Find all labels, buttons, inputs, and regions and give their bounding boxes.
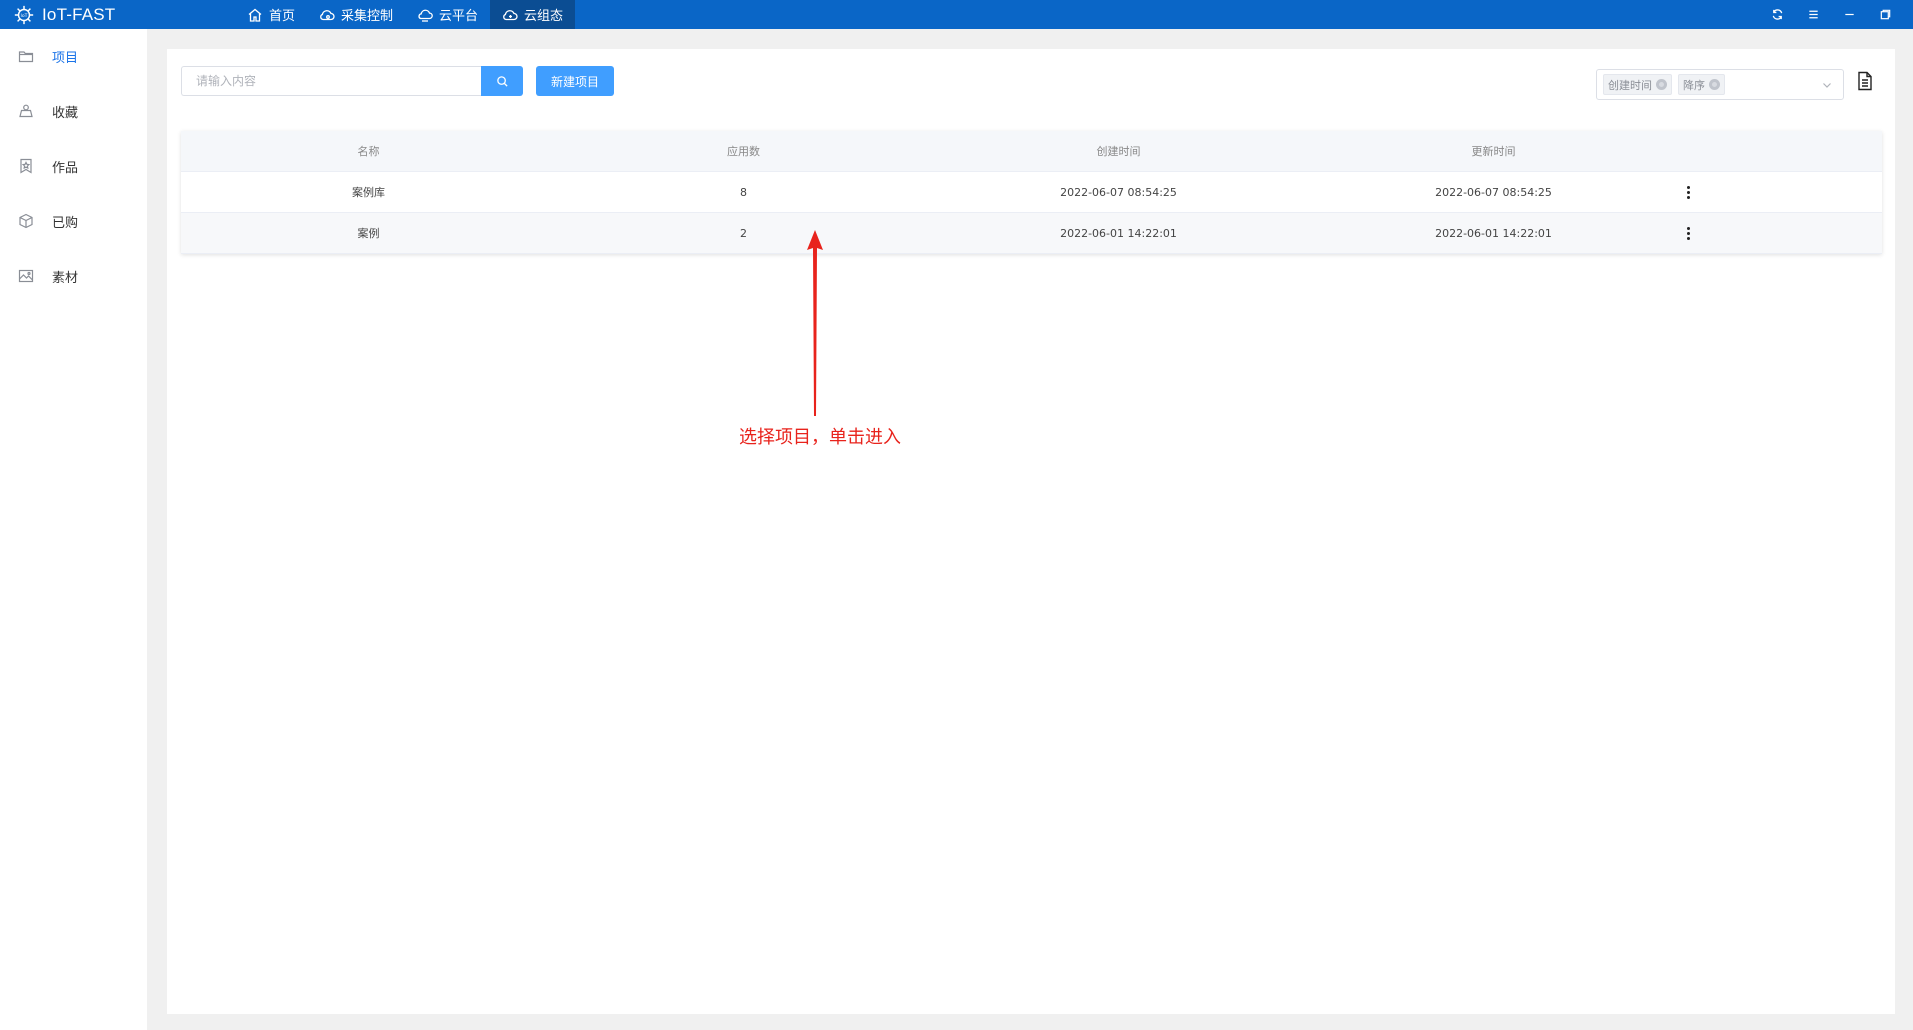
tab-collect-control[interactable]: 采集控制	[307, 0, 405, 29]
top-bar: IoT IoT-FAST 首页 采集控制 云平台 云组态	[0, 0, 1913, 29]
search-input[interactable]	[181, 66, 481, 96]
refresh-button[interactable]	[1759, 0, 1795, 29]
cell-updated-time: 2022-06-07 08:54:25	[1435, 185, 1552, 199]
header-name: 名称	[357, 145, 380, 158]
cell-updated-time: 2022-06-01 14:22:01	[1435, 226, 1552, 240]
sidebar-item-materials[interactable]: 素材	[18, 266, 78, 286]
header-created-time: 创建时间	[1096, 145, 1141, 158]
tag-close-icon[interactable]	[1709, 79, 1720, 90]
minimize-button[interactable]	[1831, 0, 1867, 29]
collect-icon	[19, 104, 33, 118]
sidebar-item-favorites[interactable]: 收藏	[18, 101, 78, 121]
sort-tag-descending: 降序	[1678, 74, 1725, 95]
svg-text:IoT: IoT	[21, 12, 28, 18]
restore-icon	[1880, 9, 1890, 20]
menu-icon	[1808, 10, 1818, 19]
table-row[interactable]: 案例库 8 2022-06-07 08:54:25 2022-06-07 08:…	[181, 172, 1882, 213]
more-options-icon[interactable]	[1681, 225, 1695, 241]
window-controls	[1759, 0, 1903, 29]
tag-close-icon[interactable]	[1656, 79, 1667, 90]
cell-name: 案例库	[352, 186, 385, 199]
tab-cloud-config-label: 云组态	[524, 9, 564, 24]
annotation-arrow	[807, 230, 823, 416]
folder-icon	[18, 51, 34, 63]
sidebar-item-purchased[interactable]: 已购	[18, 211, 78, 231]
sidebar-item-label: 收藏	[52, 105, 79, 121]
menu-button[interactable]	[1795, 0, 1831, 29]
sidebar-item-label: 作品	[52, 160, 79, 176]
refresh-icon	[1772, 9, 1782, 20]
projects-table: 名称 应用数 创建时间 更新时间 案例库 8 2022-06-07 08:54:…	[181, 131, 1882, 254]
tab-home-label: 首页	[269, 9, 296, 24]
sidebar-item-works[interactable]: 作品	[18, 156, 78, 176]
cell-app-count: 8	[740, 185, 747, 199]
header-app-count: 应用数	[727, 145, 760, 158]
bookmark-star-icon	[20, 158, 32, 174]
tab-cloud-platform-label: 云平台	[439, 9, 479, 24]
document-icon[interactable]	[1856, 71, 1874, 91]
cloud-gear-icon	[320, 9, 335, 20]
sidebar-item-label: 素材	[52, 270, 79, 286]
main-panel: 新建项目 创建时间 降序 名称 应用数 创建时间 更新时间 案例库 8 2022…	[167, 49, 1895, 1014]
sort-select[interactable]: 创建时间 降序	[1596, 69, 1844, 100]
image-icon	[18, 269, 34, 283]
minimize-icon	[1844, 13, 1854, 16]
cell-created-time: 2022-06-01 14:22:01	[1060, 226, 1177, 240]
cell-name: 案例	[357, 227, 380, 240]
header-updated-time: 更新时间	[1471, 145, 1516, 158]
tab-collect-control-label: 采集控制	[341, 9, 394, 24]
sort-tag-label: 降序	[1683, 78, 1705, 92]
table-row[interactable]: 案例 2 2022-06-01 14:22:01 2022-06-01 14:2…	[181, 213, 1882, 254]
search-bar	[181, 66, 523, 96]
cloud-config-icon	[503, 9, 518, 20]
restore-button[interactable]	[1867, 0, 1903, 29]
new-project-button[interactable]: 新建项目	[536, 66, 614, 96]
home-icon	[248, 8, 262, 22]
search-icon	[496, 75, 508, 87]
sidebar-item-label: 已购	[52, 215, 79, 231]
main-nav: 首页 采集控制 云平台 云组态	[235, 0, 576, 29]
annotation-text: 选择项目，单击进入	[739, 427, 901, 448]
sidebar-item-label: 项目	[52, 50, 79, 66]
chevron-down-icon	[1823, 83, 1831, 88]
brand: IoT IoT-FAST	[12, 0, 115, 29]
box-icon	[19, 213, 33, 229]
tab-cloud-platform[interactable]: 云平台	[405, 0, 490, 29]
sort-tag-created-time: 创建时间	[1603, 74, 1672, 95]
app-title: IoT-FAST	[42, 4, 116, 24]
cell-created-time: 2022-06-07 08:54:25	[1060, 185, 1177, 199]
cloud-platform-icon	[418, 9, 433, 22]
sort-tag-label: 创建时间	[1608, 78, 1652, 92]
cell-app-count: 2	[740, 226, 747, 240]
sidebar: 项目 收藏 作品 已购 素材	[0, 29, 147, 1030]
sidebar-item-projects[interactable]: 项目	[18, 46, 78, 66]
iot-logo-icon: IoT	[12, 3, 36, 27]
tab-cloud-config[interactable]: 云组态	[490, 0, 576, 29]
cell-actions	[1681, 225, 1882, 241]
cell-actions	[1681, 184, 1882, 200]
tab-home[interactable]: 首页	[235, 0, 307, 29]
search-button[interactable]	[481, 66, 523, 96]
more-options-icon[interactable]	[1681, 184, 1695, 200]
table-header: 名称 应用数 创建时间 更新时间	[181, 131, 1882, 172]
